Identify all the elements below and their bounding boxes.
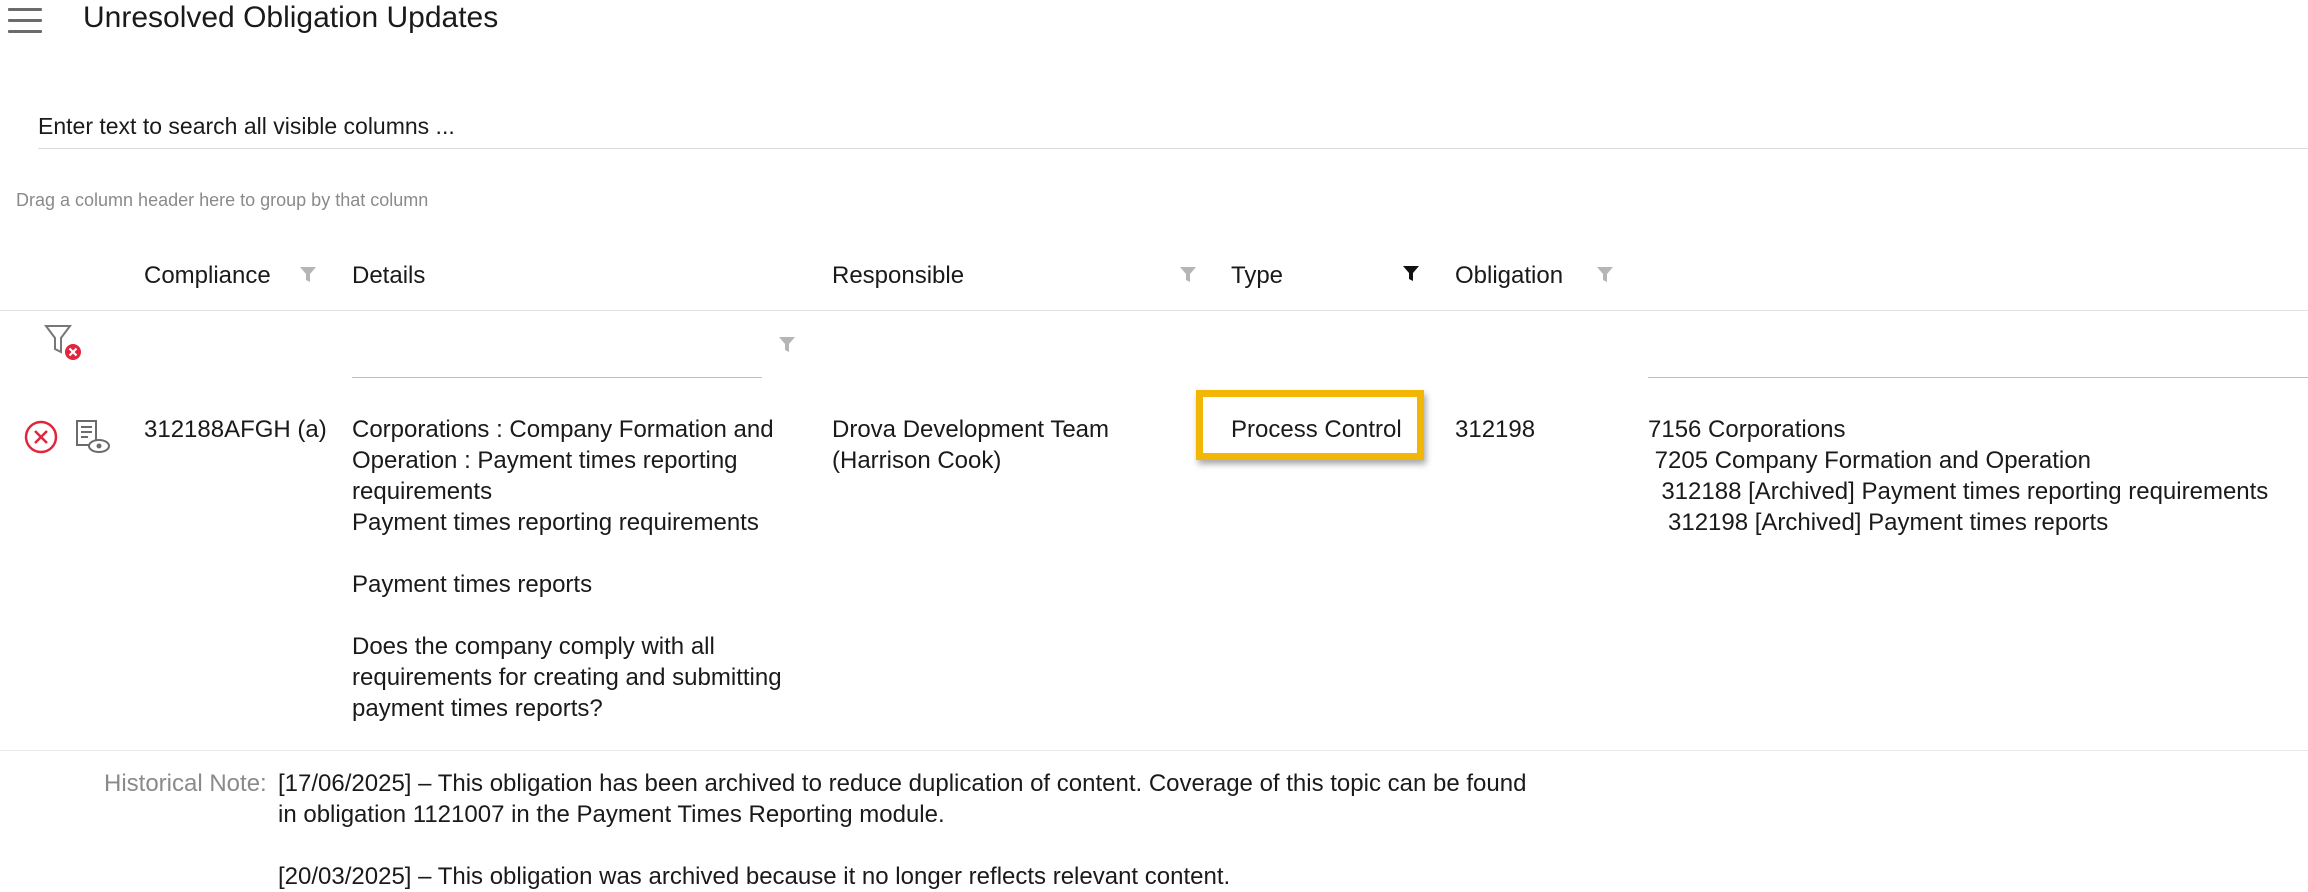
details-filter-input[interactable]	[352, 343, 762, 378]
note-line: [20/03/2025] – This obligation was archi…	[278, 863, 1231, 890]
group-by-hint: Drag a column header here to group by th…	[16, 190, 429, 210]
filter-icon[interactable]	[299, 266, 317, 284]
search-input[interactable]	[38, 104, 2308, 149]
details-spacer	[352, 538, 782, 569]
view-details-icon[interactable]	[74, 418, 112, 456]
note-line: in obligation 1121007 in the Payment Tim…	[278, 801, 945, 828]
note-line: [17/06/2025] – This obligation has been …	[278, 770, 1527, 797]
details-line: Payment times reporting requirements	[352, 509, 759, 536]
details-line: requirements for creating and submitting	[352, 664, 782, 691]
column-header-obligation[interactable]: Obligation	[1455, 260, 1563, 292]
hierarchy-line: 312188 [Archived] Payment times reportin…	[1648, 478, 2269, 505]
details-spacer	[352, 600, 782, 631]
column-header-type[interactable]: Type	[1231, 260, 1283, 292]
column-header-details[interactable]: Details	[352, 260, 425, 292]
responsible-team: Drova Development Team	[832, 416, 1110, 443]
details-line: payment times reports?	[352, 695, 603, 722]
hierarchy-filter-input[interactable]	[1648, 343, 2308, 378]
historical-note-label: Historical Note:	[104, 770, 267, 797]
details-line: Operation : Payment times reporting	[352, 447, 738, 474]
hierarchy-line: 7205 Company Formation and Operation	[1648, 447, 2091, 474]
page-title: Unresolved Obligation Updates	[83, 1, 499, 34]
note-spacer	[278, 830, 1568, 861]
hierarchy-line: 7156 Corporations	[1648, 416, 1846, 443]
details-line: Corporations : Company Formation and	[352, 416, 774, 443]
details-line: requirements	[352, 478, 493, 505]
cell-hierarchy: 7156 Corporations 7205 Company Formation…	[1648, 414, 2268, 538]
hierarchy-line: 312198 [Archived] Payment times reports	[1648, 509, 2109, 536]
clear-filters-icon[interactable]	[44, 322, 84, 362]
column-header-compliance[interactable]: Compliance	[144, 260, 271, 292]
cell-compliance[interactable]: 312188AFGH (a)	[144, 414, 327, 445]
active-filter-icon[interactable]	[1402, 265, 1420, 283]
filter-icon[interactable]	[1596, 266, 1614, 284]
cell-type: Process Control	[1231, 416, 1402, 443]
cell-details: Corporations : Company Formation and Ope…	[352, 414, 782, 724]
filter-icon[interactable]	[1179, 266, 1197, 284]
hamburger-menu-icon[interactable]	[8, 6, 44, 36]
column-header-responsible[interactable]: Responsible	[832, 260, 964, 292]
details-line: Payment times reports	[352, 571, 593, 598]
details-line: Does the company comply with all	[352, 633, 715, 660]
reject-icon[interactable]	[24, 420, 58, 454]
row-divider	[0, 750, 2308, 751]
responsible-person: (Harrison Cook)	[832, 447, 1002, 474]
filter-icon[interactable]	[778, 336, 796, 354]
historical-note-text: [17/06/2025] – This obligation has been …	[278, 768, 1568, 892]
header-divider	[0, 310, 2308, 311]
cell-responsible: Drova Development Team (Harrison Cook)	[832, 414, 1109, 476]
cell-obligation[interactable]: 312198	[1455, 414, 1535, 445]
